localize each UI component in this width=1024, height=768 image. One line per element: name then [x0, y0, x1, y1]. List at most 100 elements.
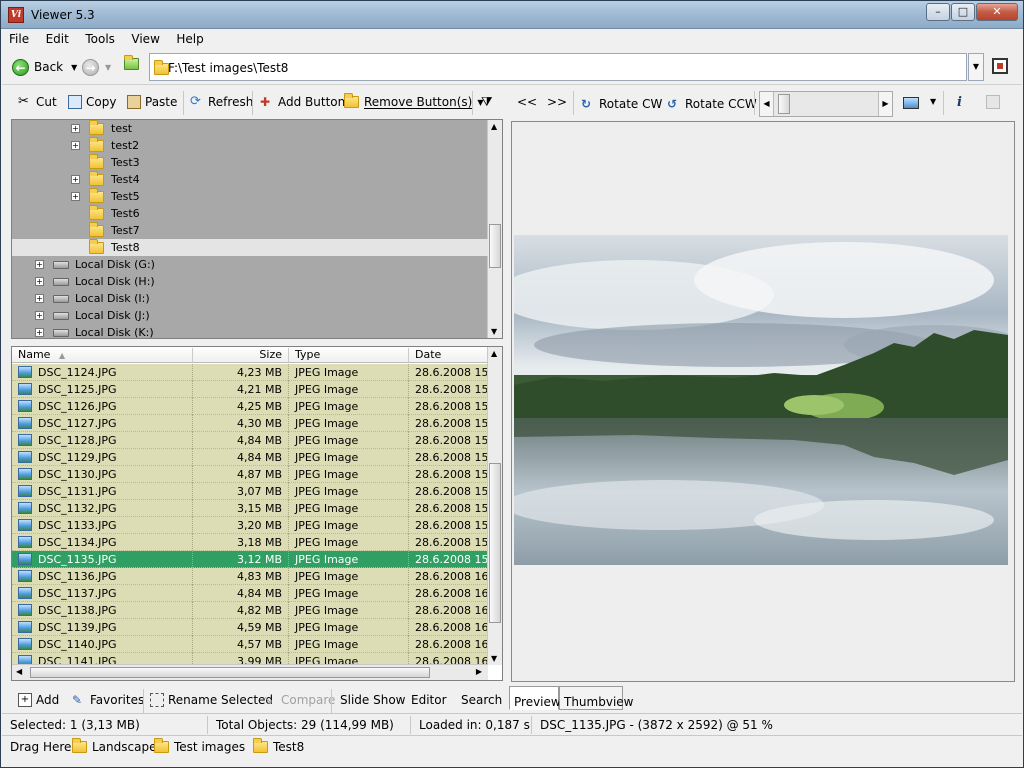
previous-image-button[interactable]: <<	[517, 95, 537, 109]
file-row[interactable]: DSC_1139.JPG 4,59 MB JPEG Image 28.6.2008 1…	[12, 619, 488, 636]
address-dropdown[interactable]: ▼	[968, 53, 984, 81]
expand-icon[interactable]: +	[35, 277, 44, 286]
forward-dropdown-icon[interactable]: ▼	[105, 63, 111, 72]
tree-drive[interactable]: + Local Disk (H:)	[12, 273, 488, 290]
scroll-down-icon[interactable]: ▼	[491, 327, 497, 336]
tree-scroll-thumb[interactable]	[489, 224, 501, 268]
file-row[interactable]: DSC_1140.JPG 4,57 MB JPEG Image 28.6.2008 1…	[12, 636, 488, 653]
editor-button[interactable]: Editor	[411, 693, 447, 707]
monitor-dropdown-icon[interactable]: ▼	[930, 97, 936, 106]
scroll-left-icon[interactable]: ◀	[16, 667, 22, 676]
add-button-button[interactable]: ✚ Add Button	[260, 95, 345, 109]
scroll-right-icon[interactable]: ▶	[476, 667, 482, 676]
file-row[interactable]: DSC_1135.JPG 3,12 MB JPEG Image 28.6.2008 1…	[12, 551, 488, 568]
tree-drive[interactable]: + Local Disk (G:)	[12, 256, 488, 273]
file-list-scrollbar[interactable]: ▲ ▼	[487, 347, 502, 665]
file-scroll-thumb[interactable]	[489, 463, 501, 623]
column-header-name[interactable]: Name ▲	[12, 348, 193, 362]
file-row[interactable]: DSC_1138.JPG 4,82 MB JPEG Image 28.6.2008 1…	[12, 602, 488, 619]
expand-icon[interactable]: +	[35, 311, 44, 320]
cut-button[interactable]: ✂ Cut	[18, 95, 57, 110]
file-hscroll-thumb[interactable]	[30, 667, 430, 678]
close-button[interactable]: ✕	[976, 3, 1018, 21]
file-row[interactable]: DSC_1131.JPG 3,07 MB JPEG Image 28.6.2008 1…	[12, 483, 488, 500]
column-header-date[interactable]: Date modified	[409, 348, 488, 375]
pane-splitter[interactable]	[506, 121, 510, 681]
refresh-button[interactable]: ⟳ Refresh	[190, 95, 253, 110]
remove-button-button[interactable]: Remove Button(s) ▼	[344, 93, 483, 109]
tree-folder[interactable]: Test3	[12, 154, 488, 171]
info-icon[interactable]: i	[957, 95, 962, 110]
column-header-size[interactable]: Size	[193, 348, 289, 362]
menu-view[interactable]: View	[124, 29, 165, 46]
file-row[interactable]: DSC_1128.JPG 4,84 MB JPEG Image 28.6.2008 1…	[12, 432, 488, 449]
tree-folder[interactable]: Test6	[12, 205, 488, 222]
back-button[interactable]: ← Back ▼	[12, 58, 77, 76]
rotate-ccw-button[interactable]: ↺ Rotate CCW	[667, 97, 757, 111]
zoom-slider[interactable]: ◀ ▶	[759, 91, 893, 117]
slide-show-button[interactable]: Slide Show	[340, 693, 405, 707]
expand-icon[interactable]: +	[71, 192, 80, 201]
column-header-type[interactable]: Type	[289, 348, 409, 362]
file-row[interactable]: DSC_1132.JPG 3,15 MB JPEG Image 28.6.2008 1…	[12, 500, 488, 517]
folder-tree[interactable]: ▲ ▼ + test + test2 Test3 + Test4 + Test5 Test6 Tes…	[11, 119, 503, 339]
menu-tools[interactable]: Tools	[78, 29, 121, 46]
minimize-button[interactable]: –	[926, 3, 950, 21]
rotate-cw-button[interactable]: ↻ Rotate CW	[581, 97, 662, 111]
file-row[interactable]: DSC_1134.JPG 3,18 MB JPEG Image 28.6.2008 1…	[12, 534, 488, 551]
tree-folder[interactable]: + test2	[12, 137, 488, 154]
tab-preview[interactable]: Preview	[509, 686, 561, 710]
image-preview[interactable]	[511, 121, 1015, 682]
tree-folder[interactable]: Test7	[12, 222, 488, 239]
slider-left-arrow-icon[interactable]: ◀	[760, 92, 774, 116]
menu-file[interactable]: File	[2, 29, 35, 46]
file-row[interactable]: DSC_1130.JPG 4,87 MB JPEG Image 28.6.2008 1…	[12, 466, 488, 483]
forward-button[interactable]: → ▼	[82, 58, 111, 76]
paste-button[interactable]: Paste	[127, 95, 177, 109]
drag-target-test-images[interactable]: Test images	[154, 738, 245, 754]
expand-icon[interactable]: +	[71, 175, 80, 184]
back-dropdown-icon[interactable]: ▼	[71, 63, 77, 72]
up-folder-button[interactable]	[124, 55, 139, 73]
tree-folder[interactable]: + Test4	[12, 171, 488, 188]
filter-icon[interactable]: ⧩	[481, 95, 493, 110]
maximize-button[interactable]: □	[951, 3, 975, 21]
expand-icon[interactable]: +	[35, 328, 44, 337]
search-button[interactable]: Search	[461, 693, 502, 707]
monitor-icon[interactable]	[903, 97, 919, 109]
tree-scrollbar[interactable]: ▲ ▼	[487, 120, 502, 338]
file-list[interactable]: Name ▲ Size Type Date modified DSC_1124.…	[11, 346, 503, 681]
tree-drive[interactable]: + Local Disk (I:)	[12, 290, 488, 307]
rename-selected-button[interactable]: Rename Selected	[150, 693, 273, 707]
tab-thumbview[interactable]: Thumbview	[559, 686, 633, 710]
compare-button[interactable]: ↘ Compare	[263, 693, 335, 707]
next-image-button[interactable]: >>	[547, 95, 567, 109]
drag-target-landscapes[interactable]: Landscapes	[72, 738, 163, 754]
title-bar[interactable]: Vi Viewer 5.3 – □ ✕	[1, 1, 1023, 29]
scroll-down-icon[interactable]: ▼	[491, 654, 497, 663]
file-row[interactable]: DSC_1125.JPG 4,21 MB JPEG Image 28.6.2008 1…	[12, 381, 488, 398]
file-row[interactable]: DSC_1126.JPG 4,25 MB JPEG Image 28.6.2008 1…	[12, 398, 488, 415]
file-list-hscrollbar[interactable]: ◀ ▶	[12, 664, 488, 680]
expand-icon[interactable]: +	[71, 124, 80, 133]
scroll-up-icon[interactable]: ▲	[491, 349, 497, 358]
file-row[interactable]: DSC_1124.JPG 4,23 MB JPEG Image 28.6.2008 1…	[12, 364, 488, 381]
drag-target-test8[interactable]: Test8	[253, 738, 304, 754]
fullscreen-icon[interactable]	[992, 58, 1008, 74]
file-row[interactable]: DSC_1133.JPG 3,20 MB JPEG Image 28.6.2008 1…	[12, 517, 488, 534]
tree-folder[interactable]: Test8	[12, 239, 488, 256]
slider-right-arrow-icon[interactable]: ▶	[878, 92, 892, 116]
address-input[interactable]: F:\Test images\Test8	[149, 53, 967, 81]
tree-folder[interactable]: + Test5	[12, 188, 488, 205]
tree-folder[interactable]: + test	[12, 120, 488, 137]
file-row[interactable]: DSC_1127.JPG 4,30 MB JPEG Image 28.6.2008 1…	[12, 415, 488, 432]
tree-drive[interactable]: + Local Disk (J:)	[12, 307, 488, 324]
expand-icon[interactable]: +	[35, 294, 44, 303]
add-button[interactable]: + Add	[18, 693, 59, 707]
expand-icon[interactable]: +	[35, 260, 44, 269]
tree-drive[interactable]: + Local Disk (K:)	[12, 324, 488, 338]
slider-thumb[interactable]	[778, 94, 790, 114]
menu-help[interactable]: Help	[169, 29, 209, 46]
file-row[interactable]: DSC_1129.JPG 4,84 MB JPEG Image 28.6.2008 1…	[12, 449, 488, 466]
file-row[interactable]: DSC_1137.JPG 4,84 MB JPEG Image 28.6.2008 1…	[12, 585, 488, 602]
